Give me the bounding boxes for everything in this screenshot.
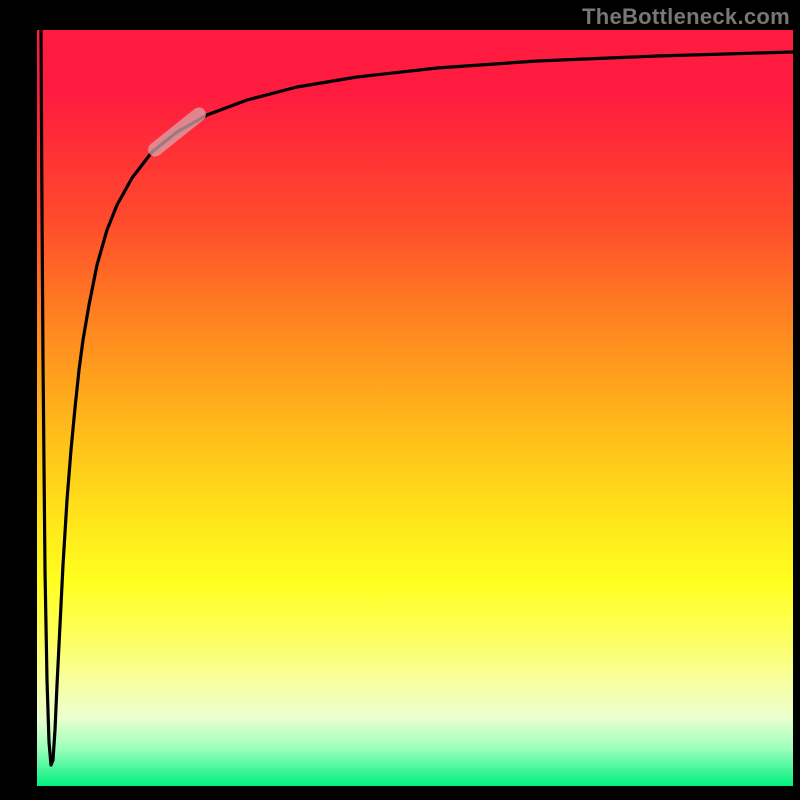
watermark-text: TheBottleneck.com	[582, 4, 790, 30]
chart-svg	[37, 30, 793, 786]
bottleneck-curve	[41, 30, 793, 765]
chart-container: TheBottleneck.com	[0, 0, 800, 800]
highlight-segment	[155, 115, 199, 150]
